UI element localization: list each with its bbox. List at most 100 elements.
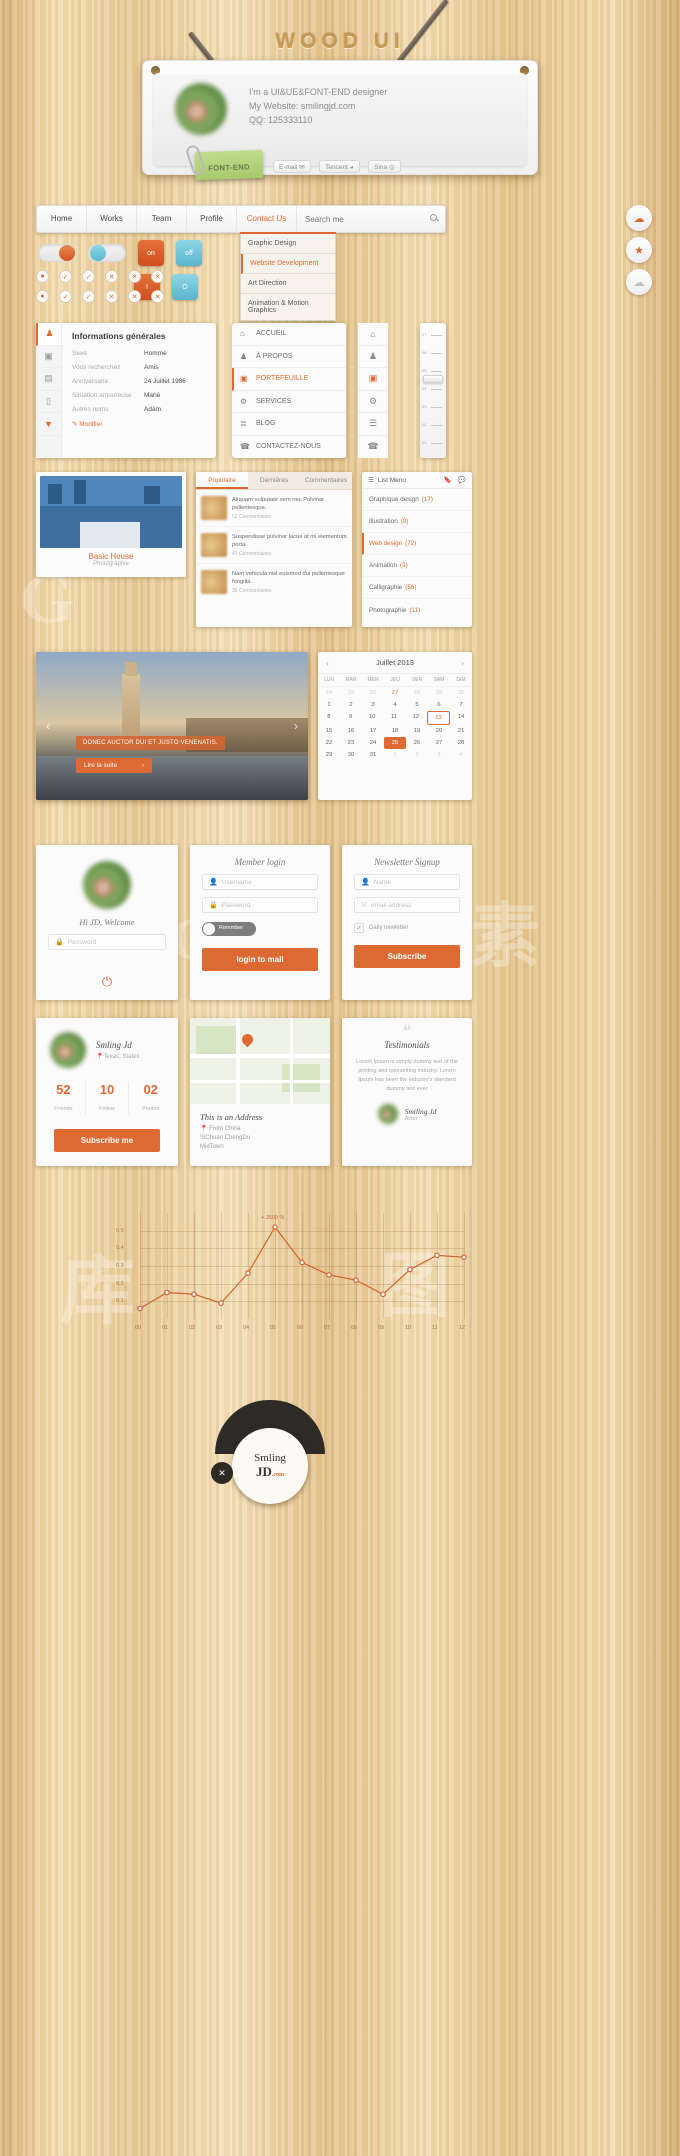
document-icon[interactable]: ▯ — [36, 391, 61, 413]
close-icon[interactable]: ✕ — [151, 270, 164, 283]
calendar-day[interactable]: 2 — [340, 699, 362, 711]
calendar-day[interactable]: 28 — [406, 687, 428, 699]
calendar-day[interactable]: 29 — [318, 749, 340, 761]
check-icon[interactable]: ✓ — [82, 290, 95, 303]
toggle-on[interactable] — [38, 244, 76, 262]
calendar-day[interactable]: 10 — [361, 711, 383, 725]
film-icon[interactable]: ▤ — [36, 368, 61, 391]
calendar-next-button[interactable]: › — [461, 658, 464, 668]
calendar-day[interactable]: 15 — [318, 725, 340, 737]
calendar-day[interactable]: 2 — [406, 749, 428, 761]
close-icon[interactable]: ✕ — [128, 290, 141, 303]
calendar-day[interactable]: 4 — [450, 749, 472, 761]
calendar-day[interactable]: 25 — [340, 687, 362, 699]
calendar-day[interactable]: 28 — [450, 737, 472, 749]
calendar-day[interactable]: 12 — [405, 711, 427, 725]
daily-newsletter-checkbox[interactable]: ✓ Daily newletter — [354, 923, 460, 933]
star-icon[interactable]: ★ — [626, 237, 652, 263]
list-item[interactable]: Nam vehicula nisl euismod dui pellentesq… — [196, 564, 352, 600]
vmenu-item-contactez-nous[interactable]: ☎ CONTACTEZ-NOUS — [232, 436, 346, 459]
calendar-day[interactable]: 25 — [384, 737, 406, 749]
check-icon[interactable]: ✓ — [82, 270, 95, 283]
calendar-day[interactable]: 5 — [406, 699, 428, 711]
users-icon[interactable]: ♟ — [358, 345, 388, 368]
calendar-day[interactable]: 27 — [384, 687, 406, 699]
square-button-on[interactable]: on — [138, 240, 164, 266]
email-field[interactable]: ✉ email address — [354, 897, 460, 913]
tab-populaire[interactable]: Populaire — [196, 472, 248, 489]
calendar-day[interactable]: 26 — [406, 737, 428, 749]
vmenu-item-blog[interactable]: ≣ BLOG — [232, 413, 346, 436]
calendar-day[interactable]: 26 — [362, 687, 384, 699]
power-icon[interactable]: ⏻ — [102, 974, 112, 990]
banner-next-arrow[interactable]: › — [288, 714, 304, 738]
nav-item-team[interactable]: Team — [137, 206, 187, 232]
radio-dot-icon[interactable]: ● — [36, 270, 49, 283]
calendar-day[interactable]: 11 — [383, 711, 405, 725]
radio-dot-icon[interactable]: ● — [36, 290, 49, 303]
nav-item-home[interactable]: Home — [37, 206, 87, 232]
calendar-day[interactable]: 21 — [450, 725, 472, 737]
username-field[interactable]: 👤 Username — [202, 874, 318, 890]
calendar-day[interactable]: 29 — [428, 687, 450, 699]
calendar-day[interactable]: 16 — [340, 725, 362, 737]
check-icon[interactable]: ✓ — [59, 290, 72, 303]
gear-icon[interactable]: ⚙ — [358, 390, 388, 413]
nav-item-works[interactable]: Works — [87, 206, 137, 232]
dropdown-item-art-direction[interactable]: Art Direction — [241, 274, 335, 294]
nav-item-contact-us[interactable]: Contact Us — [237, 206, 297, 232]
comment-icon[interactable]: 💬 — [458, 476, 466, 484]
tencent-button[interactable]: Tencent ◕ — [319, 160, 360, 173]
calendar-day[interactable]: 14 — [450, 711, 472, 725]
name-field[interactable]: 👤 Name — [354, 874, 460, 890]
vmenu-item-portefeuille[interactable]: ▣ PORTEFEUILLE — [232, 368, 346, 391]
briefcase-icon[interactable]: ▣ — [358, 368, 388, 391]
close-icon[interactable]: ✕ — [105, 270, 118, 283]
calendar-day[interactable]: 1 — [384, 749, 406, 761]
calendar-prev-button[interactable]: ‹ — [326, 658, 329, 668]
password-field[interactable]: 🔒 Password — [48, 934, 166, 950]
calendar-day[interactable]: 24 — [362, 737, 384, 749]
login-button[interactable]: login to mail — [202, 948, 318, 971]
search-input[interactable] — [297, 206, 445, 232]
phone-icon[interactable]: ☎ — [358, 435, 388, 458]
tab-dernieres[interactable]: Dernières — [248, 472, 300, 489]
calendar-day[interactable]: 19 — [406, 725, 428, 737]
cloud-icon[interactable]: ☁ — [626, 269, 652, 295]
list-icon[interactable]: ☰ — [358, 413, 388, 436]
check-icon[interactable]: ✓ — [59, 270, 72, 283]
calendar-day[interactable]: 4 — [384, 699, 406, 711]
remember-toggle[interactable]: Remmber — [202, 922, 256, 936]
dropdown-item-website-development[interactable]: Website Development — [241, 254, 335, 274]
close-icon[interactable]: ✕ — [105, 290, 118, 303]
map-thumbnail[interactable] — [190, 1018, 330, 1104]
slider-knob[interactable] — [423, 375, 443, 383]
photo-card[interactable]: Basic House Photographie — [36, 472, 186, 577]
close-icon[interactable]: ✕ — [128, 270, 141, 283]
home-icon[interactable]: ⌂ — [358, 323, 388, 346]
nav-item-profile[interactable]: Profile — [187, 206, 237, 232]
image-icon[interactable]: ▣ — [36, 346, 61, 368]
calendar-day[interactable]: 18 — [384, 725, 406, 737]
calendar-day[interactable]: 9 — [340, 711, 362, 725]
search-icon[interactable] — [430, 214, 437, 221]
square-button-off[interactable]: off — [176, 240, 202, 266]
calendar-day[interactable]: 31 — [362, 749, 384, 761]
download-icon[interactable]: ▼ — [36, 413, 61, 436]
vmenu-item-accueil[interactable]: ⌂ ACCUEIL — [232, 323, 346, 346]
password-field[interactable]: 🔒 Password — [202, 897, 318, 913]
calendar-day[interactable]: 20 — [428, 725, 450, 737]
calendar-day[interactable]: 1 — [318, 699, 340, 711]
list-menu-item-calligraphie[interactable]: Calligraphie (56) — [362, 577, 472, 599]
list-menu-item-animation[interactable]: Animation (3) — [362, 555, 472, 577]
close-icon[interactable]: ✕ — [211, 1462, 233, 1484]
calendar-day[interactable]: 23 — [340, 737, 362, 749]
sina-button[interactable]: Sina ◎ — [368, 160, 401, 173]
list-item[interactable]: Aliquam vulputate sem nec Pulvinar pelle… — [196, 490, 352, 527]
calendar-day[interactable]: 30 — [450, 687, 472, 699]
vmenu-item-a-propos[interactable]: ♟ À PROPOS — [232, 346, 346, 368]
calendar-day[interactable]: 17 — [362, 725, 384, 737]
email-button[interactable]: E-mail ✉ — [273, 160, 311, 173]
vmenu-item-services[interactable]: ⚙ SERVICES — [232, 391, 346, 413]
calendar-day[interactable]: 24 — [318, 687, 340, 699]
